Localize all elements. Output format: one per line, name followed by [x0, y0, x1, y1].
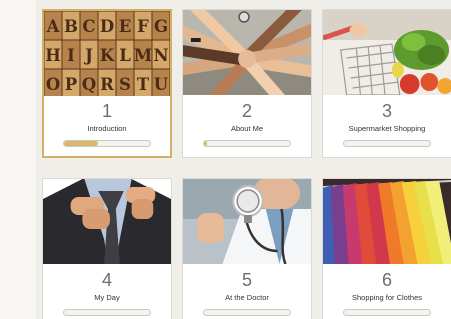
lesson-number: 4 [101, 270, 112, 290]
lesson-thumbnail-clothes-rack [323, 179, 451, 264]
lesson-title: About Me [230, 124, 264, 133]
lesson-card-4[interactable]: 4 My Day [42, 178, 172, 319]
svg-text:L: L [119, 45, 131, 65]
svg-text:A: A [46, 16, 61, 36]
svg-text:J: J [83, 45, 93, 65]
lesson-title: Supermarket Shopping [348, 124, 426, 133]
lesson-thumbnail-letter-blocks: ABCDEFG HIJKLMN OPQRSTU [44, 11, 170, 96]
lesson-card-3[interactable]: 3 Supermarket Shopping [322, 9, 451, 158]
svg-text:M: M [134, 45, 152, 65]
svg-text:H: H [45, 45, 61, 65]
svg-text:D: D [100, 16, 114, 36]
svg-text:N: N [153, 45, 168, 65]
svg-text:S: S [119, 74, 131, 94]
lesson-card-5[interactable]: 5 At the Doctor [182, 178, 312, 319]
lesson-thumbnail-team-hands [183, 10, 311, 95]
lesson-thumbnail-man-tie [43, 179, 171, 264]
svg-text:E: E [119, 16, 132, 36]
progress-fill [204, 141, 208, 146]
lesson-progress-bar [343, 309, 431, 316]
svg-text:G: G [154, 16, 168, 36]
svg-text:P: P [65, 74, 78, 94]
lesson-thumbnail-doctor-stethoscope [183, 179, 311, 264]
svg-text:Q: Q [82, 74, 96, 94]
svg-text:K: K [100, 45, 116, 65]
lesson-number: 1 [101, 101, 112, 121]
lesson-number: 3 [381, 101, 392, 121]
lesson-number: 5 [241, 270, 252, 290]
lesson-title: Introduction [87, 124, 127, 133]
lesson-card-1[interactable]: ABCDEFG HIJKLMN OPQRSTU 1 Introduction [42, 9, 172, 158]
svg-text:I: I [67, 45, 75, 65]
lesson-progress-bar [203, 309, 291, 316]
svg-text:R: R [100, 74, 114, 94]
svg-text:T: T [137, 74, 150, 94]
lesson-progress-bar [63, 309, 151, 316]
lesson-progress-bar [203, 140, 291, 147]
lesson-thumbnail-shopping-cart [323, 10, 451, 95]
lesson-title: At the Doctor [225, 293, 269, 302]
lesson-number: 2 [241, 101, 252, 121]
svg-text:B: B [64, 16, 78, 36]
lesson-title: Shopping for Clothes [351, 293, 423, 302]
lesson-number: 6 [381, 270, 392, 290]
svg-text:U: U [154, 74, 169, 94]
lesson-card-2[interactable]: 2 About Me [182, 9, 312, 158]
progress-fill [64, 141, 99, 146]
lesson-card-6[interactable]: 6 Shopping for Clothes [322, 178, 451, 319]
lesson-title: My Day [94, 293, 120, 302]
sidebar-strip [0, 0, 37, 319]
lesson-progress-bar [63, 140, 151, 147]
svg-text:C: C [82, 16, 95, 36]
lesson-progress-bar [343, 140, 431, 147]
svg-text:F: F [137, 16, 149, 36]
svg-text:O: O [46, 74, 60, 94]
